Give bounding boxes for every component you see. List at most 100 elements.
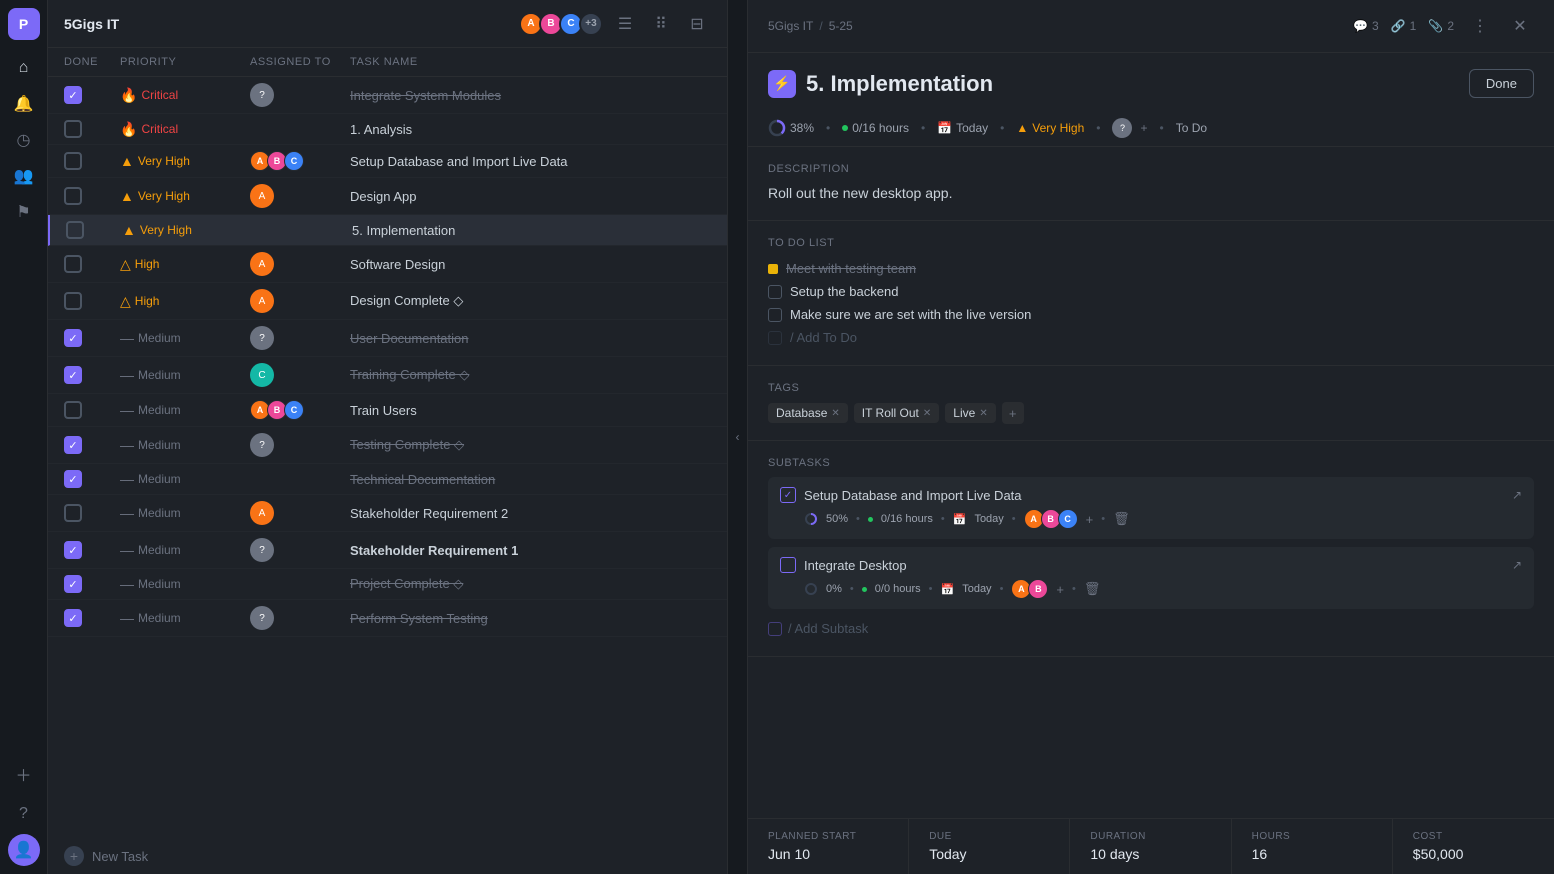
priority-meta[interactable]: ▲ Very High [1016,121,1084,135]
task-checkbox[interactable]: ✓ [64,329,82,347]
main-area: 5Gigs IT A B C +3 ☰ ⠿ ⊟ DONE PRIORITY AS… [48,0,1554,874]
task-checkbox[interactable] [64,504,82,522]
due-value[interactable]: Today [929,846,1049,862]
task-checkbox[interactable] [64,255,82,273]
planned-start-value[interactable]: Jun 10 [768,846,888,862]
task-row[interactable]: ✓—Medium?Stakeholder Requirement 1 [48,532,727,569]
task-checkbox[interactable] [64,292,82,310]
subtask-title-1[interactable]: Setup Database and Import Live Data [804,488,1504,503]
users-icon[interactable]: 👥 [8,160,40,192]
todo-text-2[interactable]: Setup the backend [790,284,898,299]
subtask-delete-icon-1[interactable]: 🗑 [1113,511,1130,527]
tag-close-database[interactable]: ✕ [831,408,839,419]
links-action[interactable]: 🔗 1 [1391,19,1417,33]
task-row[interactable]: 🔥Critical1. Analysis [48,114,727,145]
done-button[interactable]: Done [1469,69,1534,98]
add-todo-row[interactable]: / Add To Do [768,326,1534,349]
add-tag-button[interactable]: + [1002,402,1024,424]
bell-icon[interactable]: 🔔 [8,88,40,120]
meta-sep-2: • [921,121,925,135]
task-row[interactable]: ▲Very HighABCSetup Database and Import L… [48,145,727,178]
plus-circle-icon[interactable]: ＋ [8,758,40,790]
cost-value[interactable]: $50,000 [1413,846,1534,862]
assignee-meta[interactable]: ? + [1112,118,1147,138]
user-avatar-icon[interactable]: 👤 [8,834,40,866]
task-name: Design Complete ◇ [350,293,711,309]
subtask-add-icon-1[interactable]: + [1086,512,1094,527]
tag-label-live: Live [953,406,975,420]
task-checkbox[interactable] [64,401,82,419]
task-row[interactable]: ✓🔥Critical?Integrate System Modules [48,77,727,114]
task-row[interactable]: ✓—MediumProject Complete ◇ [48,569,727,600]
list-view-icon[interactable]: ☰ [611,10,639,38]
task-row[interactable]: △HighASoftware Design [48,246,727,283]
task-row[interactable]: ▲Very High5. Implementation [48,215,727,246]
todo-text-3[interactable]: Make sure we are set with the live versi… [790,307,1031,322]
task-checkbox[interactable]: ✓ [64,609,82,627]
task-row[interactable]: ✓—Medium?Perform System Testing [48,600,727,637]
breadcrumb-sprint[interactable]: 5-25 [829,19,853,33]
task-row[interactable]: —MediumAStakeholder Requirement 2 [48,495,727,532]
hours-meta[interactable]: 0/16 hours [842,121,909,135]
task-row[interactable]: ✓—MediumCTraining Complete ◇ [48,357,727,394]
due-meta[interactable]: 📅 Today [937,121,988,135]
priority-label: High [135,257,160,271]
breadcrumb-project[interactable]: 5Gigs IT [768,19,813,33]
assignee-plus-icon[interactable]: + [1140,121,1147,135]
subtask-delete-icon-2[interactable]: 🗑 [1084,581,1101,597]
subtask-checkbox-2[interactable] [780,557,796,573]
add-task-icon[interactable]: + [64,846,84,866]
duration-value[interactable]: 10 days [1090,846,1210,862]
close-panel-icon[interactable]: ✕ [1506,12,1534,40]
home-icon[interactable]: ⌂ [8,52,40,84]
column-view-icon[interactable]: ⠿ [647,10,675,38]
task-checkbox[interactable] [66,221,84,239]
subtask-external-link-1[interactable]: ↗ [1512,488,1522,502]
subtask-external-link-2[interactable]: ↗ [1512,558,1522,572]
todo-checkbox-2[interactable] [768,285,782,299]
app-logo[interactable]: P [8,8,40,40]
task-row[interactable]: —MediumABCTrain Users [48,394,727,427]
col-priority[interactable]: PRIORITY [120,56,250,68]
tag-live[interactable]: Live ✕ [945,403,995,423]
todo-checkbox-3[interactable] [768,308,782,322]
tag-it-roll-out[interactable]: IT Roll Out ✕ [854,403,940,423]
task-row[interactable]: △HighADesign Complete ◇ [48,283,727,320]
task-checkbox[interactable]: ✓ [64,541,82,559]
subtask-add-icon-2[interactable]: + [1056,582,1064,597]
task-row[interactable]: ✓—Medium?Testing Complete ◇ [48,427,727,464]
tag-close-live[interactable]: ✕ [979,408,987,419]
task-checkbox[interactable] [64,120,82,138]
task-checkbox[interactable] [64,152,82,170]
help-icon[interactable]: ? [8,798,40,830]
tag-close-it-roll-out[interactable]: ✕ [923,408,931,419]
task-checkbox[interactable]: ✓ [64,575,82,593]
task-row[interactable]: ✓—Medium?User Documentation [48,320,727,357]
subtask-calendar-icon-1: 📅 [953,513,967,526]
subtask-checkbox-1[interactable]: ✓ [780,487,796,503]
more-options-icon[interactable]: ⋮ [1466,12,1494,40]
task-checkbox[interactable]: ✓ [64,436,82,454]
panel-collapse-handle[interactable]: ‹ [728,0,748,874]
description-text[interactable]: Roll out the new desktop app. [768,183,1534,204]
add-subtask-row[interactable]: / Add Subtask [768,617,1534,640]
clock-icon[interactable]: ◷ [8,124,40,156]
todo-text-1[interactable]: Meet with testing team [786,261,916,276]
task-row[interactable]: ▲Very HighADesign App [48,178,727,215]
progress-indicator[interactable]: 38% [768,119,814,137]
status-meta[interactable]: To Do [1176,121,1207,135]
attachments-action[interactable]: 📎 2 [1428,19,1454,33]
task-checkbox[interactable]: ✓ [64,86,82,104]
task-row[interactable]: ✓—MediumTechnical Documentation [48,464,727,495]
task-checkbox[interactable] [64,187,82,205]
filter-icon[interactable]: ⊟ [683,10,711,38]
add-task-row[interactable]: + New Task [48,838,727,874]
tag-database[interactable]: Database ✕ [768,403,848,423]
priority-label: Medium [138,577,181,591]
subtask-title-2[interactable]: Integrate Desktop [804,558,1504,573]
flag-icon[interactable]: ⚑ [8,196,40,228]
hours-value[interactable]: 16 [1252,846,1372,862]
task-checkbox[interactable]: ✓ [64,366,82,384]
task-checkbox[interactable]: ✓ [64,470,82,488]
comments-action[interactable]: 💬 3 [1353,19,1379,33]
